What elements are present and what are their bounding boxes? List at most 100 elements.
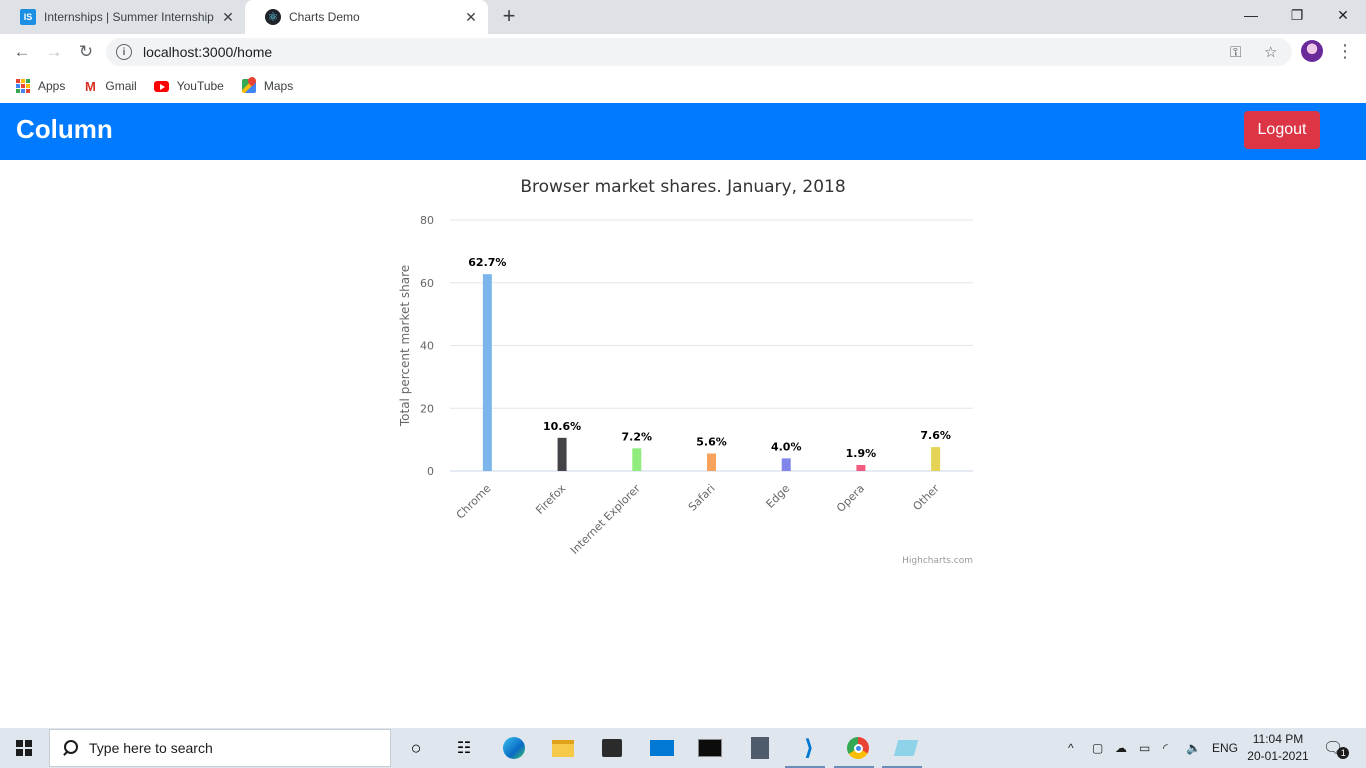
bookmark-gmail[interactable]: M Gmail (82, 78, 137, 94)
bookmark-label: Maps (263, 79, 294, 93)
bookmark-label: Apps (38, 79, 66, 93)
x-tick-label: Opera (834, 482, 867, 515)
language-indicator[interactable]: ENG (1212, 728, 1238, 768)
app-navbar: Column Logout (0, 103, 1366, 160)
reload-icon[interactable]: ↻ (72, 38, 100, 66)
tab-title: Charts Demo (289, 10, 360, 24)
notification-count: 1 (1337, 747, 1350, 759)
calculator-icon[interactable] (746, 734, 774, 762)
notepad-icon[interactable] (892, 734, 920, 762)
vscode-icon[interactable]: ⟩ (795, 734, 823, 762)
store-icon[interactable] (598, 734, 626, 762)
clock-date: 20-01-2021 (1247, 749, 1309, 763)
bookmark-maps[interactable]: Maps (241, 78, 293, 94)
star-icon[interactable]: ☆ (1264, 38, 1277, 66)
windows-icon (16, 740, 32, 756)
info-icon[interactable]: i (116, 44, 132, 60)
tab-internships[interactable]: IS Internships | Summer Internship 2 ✕ (0, 0, 245, 34)
y-tick-label: 40 (420, 340, 434, 353)
meet-now-icon[interactable]: ▢ (1092, 728, 1103, 768)
restore-icon[interactable]: ❐ (1274, 0, 1320, 30)
y-tick-label: 0 (427, 465, 434, 478)
x-tick-label: Internet Explorer (568, 482, 643, 557)
volume-icon[interactable]: 🔈 (1186, 728, 1201, 768)
data-label: 5.6% (696, 435, 727, 448)
bar-edge (781, 458, 791, 471)
x-tick-label: Edge (764, 482, 793, 511)
taskbar-search[interactable]: Type here to search (49, 729, 391, 767)
clock[interactable]: 11:04 PM 20-01-2021 (1243, 731, 1313, 765)
windows-taskbar: Type here to search ○ ☷ ⟩ ^ ▢ ☁ ▭ ◜ 🔈 EN… (0, 728, 1366, 768)
menu-icon[interactable]: ⋮ (1336, 40, 1354, 64)
navbar-brand[interactable]: Column (16, 114, 113, 145)
file-explorer-icon[interactable] (549, 734, 577, 762)
y-axis-title: Total percent market share (398, 265, 412, 427)
apps-grid-icon (15, 78, 31, 94)
logout-button[interactable]: Logout (1244, 111, 1320, 149)
bar-opera (856, 464, 866, 471)
youtube-icon (154, 78, 170, 94)
avatar[interactable] (1301, 40, 1323, 62)
bookmark-youtube[interactable]: YouTube (154, 78, 224, 94)
key-icon[interactable]: ⚿ (1230, 38, 1241, 66)
onedrive-icon[interactable]: ☁ (1115, 728, 1127, 768)
react-icon: ⚛ (265, 9, 281, 25)
y-tick-label: 20 (420, 402, 434, 415)
chart-credits: Highcharts.com (902, 556, 973, 566)
edge-icon[interactable] (500, 734, 528, 762)
data-label: 1.9% (846, 447, 877, 460)
bar-other (931, 447, 941, 471)
bar-internet-explorer (632, 448, 642, 471)
tab-strip: IS Internships | Summer Internship 2 ✕ ⚛… (0, 0, 1366, 34)
bar-chrome (482, 274, 492, 471)
forward-icon[interactable]: → (40, 38, 68, 66)
close-icon[interactable]: ✕ (461, 7, 481, 27)
address-bar[interactable]: i localhost:3000/home ⚿ ☆ (106, 38, 1292, 66)
data-label: 7.6% (920, 429, 951, 442)
close-icon[interactable]: ✕ (218, 7, 238, 27)
gmail-icon: M (84, 78, 96, 94)
bookmark-label: YouTube (176, 79, 224, 93)
chrome-icon[interactable] (844, 734, 872, 762)
close-window-icon[interactable]: ✕ (1320, 0, 1366, 30)
data-label: 7.2% (622, 430, 653, 443)
notification-icon[interactable]: 🗨 1 (1323, 728, 1350, 768)
clock-time: 11:04 PM (1252, 732, 1304, 746)
url-text: localhost:3000/home (143, 44, 273, 60)
cortana-icon[interactable]: ○ (402, 734, 430, 762)
wifi-icon[interactable]: ◜ (1163, 728, 1168, 768)
browser-toolbar: ← → ↻ i localhost:3000/home ⚿ ☆ (0, 34, 1366, 70)
data-label: 4.0% (771, 440, 802, 453)
bar-firefox (557, 437, 567, 471)
x-tick-label: Safari (686, 482, 718, 514)
bookmark-apps[interactable]: Apps (15, 78, 65, 94)
data-label: 62.7% (468, 256, 506, 269)
maps-icon (241, 78, 257, 94)
search-placeholder: Type here to search (89, 740, 213, 756)
new-tab-icon[interactable]: + (498, 5, 520, 28)
bookmark-label: Gmail (105, 79, 137, 93)
column-chart: Browser market shares. January, 2018 0 20 4… (383, 165, 983, 575)
data-label: 10.6% (543, 420, 581, 433)
search-icon (62, 740, 78, 756)
chart-svg: Browser market shares. January, 2018 0 20 4… (398, 177, 973, 566)
tab-charts-demo[interactable]: ⚛ Charts Demo ✕ (245, 0, 488, 34)
bar-safari (707, 453, 716, 471)
tab-title: Internships | Summer Internship 2 (44, 10, 218, 24)
start-button[interactable] (0, 728, 48, 768)
tray-chevron-icon[interactable]: ^ (1068, 728, 1074, 768)
x-tick-label: Other (910, 482, 942, 514)
terminal-icon[interactable] (696, 734, 724, 762)
battery-icon[interactable]: ▭ (1139, 728, 1150, 768)
y-tick-label: 80 (420, 214, 434, 227)
x-tick-label: Firefox (533, 482, 568, 517)
y-tick-label: 60 (420, 277, 434, 290)
back-icon[interactable]: ← (8, 38, 36, 66)
x-tick-label: Chrome (454, 482, 494, 522)
internshala-icon: IS (20, 9, 36, 25)
task-view-icon[interactable]: ☷ (450, 734, 478, 762)
mail-icon[interactable] (648, 734, 676, 762)
chart-title: Browser market shares. January, 2018 (520, 177, 845, 197)
minimize-icon[interactable]: — (1228, 0, 1274, 30)
bookmarks-bar: Apps M Gmail YouTube Maps (0, 70, 1366, 102)
